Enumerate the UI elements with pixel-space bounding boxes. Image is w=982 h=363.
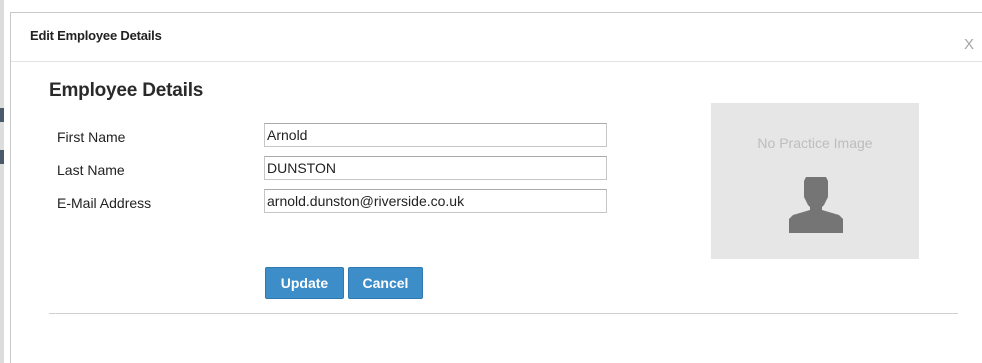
email-address-label: E-Mail Address <box>57 195 152 211</box>
person-silhouette-icon <box>789 177 843 233</box>
edit-employee-dialog: Edit Employee Details X Employee Details… <box>10 12 982 363</box>
update-button[interactable]: Update <box>265 267 344 299</box>
background-page-edge <box>0 0 4 363</box>
close-button[interactable]: X <box>964 37 974 52</box>
dialog-title: Edit Employee Details <box>30 28 162 43</box>
email-address-field[interactable] <box>264 189 607 213</box>
first-name-label: First Name <box>57 129 126 145</box>
background-marker <box>0 150 4 164</box>
cancel-button[interactable]: Cancel <box>348 267 423 299</box>
section-title: Employee Details <box>49 80 204 101</box>
practice-image-placeholder: No Practice Image <box>711 103 919 259</box>
dialog-header: Edit Employee Details X <box>11 13 982 62</box>
background-marker <box>0 108 4 122</box>
dialog-divider <box>49 313 958 314</box>
last-name-label: Last Name <box>57 162 125 178</box>
first-name-field[interactable] <box>264 123 607 147</box>
last-name-field[interactable] <box>264 156 607 180</box>
no-image-text: No Practice Image <box>757 135 873 151</box>
